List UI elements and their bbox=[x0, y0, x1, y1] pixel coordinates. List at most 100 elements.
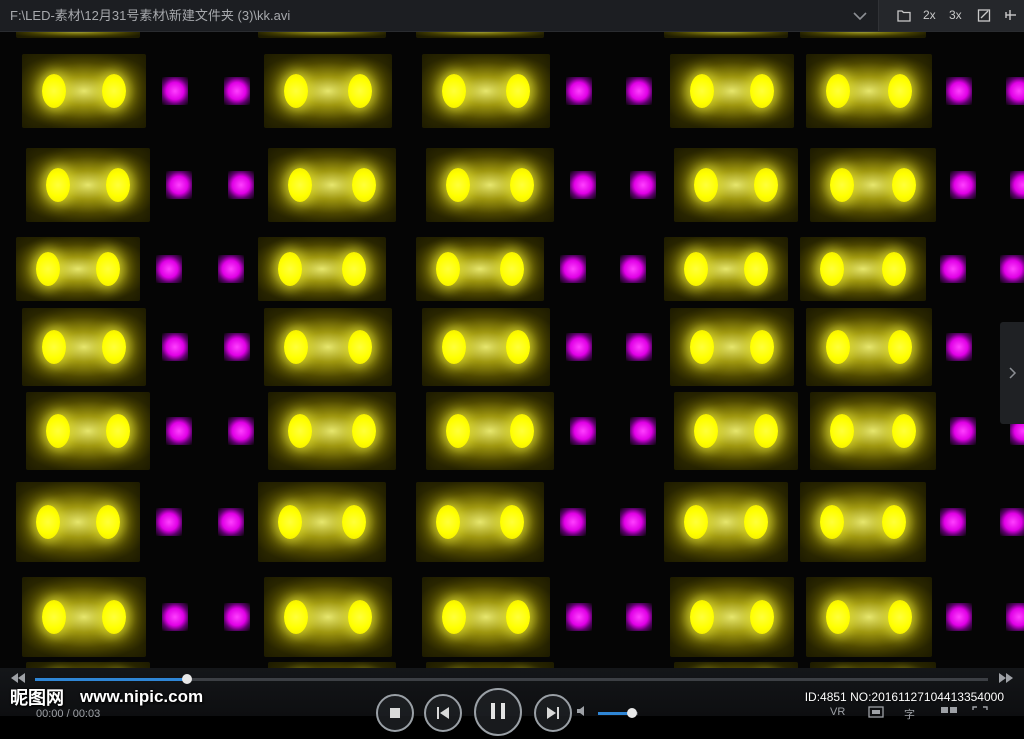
led-bulb bbox=[500, 505, 524, 539]
led-bulb bbox=[106, 414, 130, 448]
led-tile bbox=[422, 54, 550, 128]
led-tile bbox=[264, 54, 392, 128]
led-bulb bbox=[348, 74, 372, 108]
seek-bar[interactable] bbox=[35, 674, 988, 684]
led-tile bbox=[806, 54, 932, 128]
folder-icon[interactable] bbox=[897, 6, 911, 24]
side-panel-toggle[interactable] bbox=[1000, 322, 1024, 424]
led-tile bbox=[664, 32, 788, 38]
led-tile bbox=[416, 32, 544, 38]
led-bulb bbox=[506, 600, 530, 634]
led-bulb bbox=[750, 330, 774, 364]
watermark-logo: 昵图网 bbox=[10, 688, 64, 708]
led-tile bbox=[258, 32, 386, 38]
led-bulb bbox=[882, 252, 906, 286]
led-bulb bbox=[744, 505, 768, 539]
previous-button[interactable] bbox=[424, 694, 462, 732]
picture-in-picture-icon[interactable] bbox=[940, 706, 958, 718]
led-bulb bbox=[348, 600, 372, 634]
volume-handle[interactable] bbox=[627, 708, 637, 718]
led-tile bbox=[268, 392, 396, 470]
magenta-led bbox=[946, 603, 972, 631]
led-tile bbox=[806, 308, 932, 386]
previous-icon bbox=[437, 707, 449, 719]
rewind-icon[interactable] bbox=[10, 672, 26, 684]
next-button[interactable] bbox=[534, 694, 572, 732]
magenta-led bbox=[630, 171, 656, 199]
led-bulb bbox=[506, 74, 530, 108]
magenta-led bbox=[166, 417, 192, 445]
led-bulb bbox=[102, 600, 126, 634]
led-bulb bbox=[442, 74, 466, 108]
led-bulb bbox=[506, 330, 530, 364]
led-tile bbox=[810, 392, 936, 470]
led-bulb bbox=[744, 252, 768, 286]
magenta-led bbox=[946, 77, 972, 105]
led-tile bbox=[664, 237, 788, 301]
led-tile bbox=[268, 148, 396, 222]
magenta-led bbox=[570, 171, 596, 199]
led-bulb bbox=[36, 252, 60, 286]
led-tile bbox=[16, 237, 140, 301]
led-tile bbox=[26, 148, 150, 222]
vr-button[interactable]: VR bbox=[830, 706, 845, 718]
led-bulb bbox=[42, 74, 66, 108]
led-tile bbox=[26, 392, 150, 470]
led-bulb bbox=[352, 168, 376, 202]
led-bulb bbox=[888, 600, 912, 634]
zoom-3x-button[interactable]: 3x bbox=[949, 6, 962, 24]
exit-window-icon[interactable] bbox=[977, 6, 991, 24]
fast-forward-icon[interactable] bbox=[998, 672, 1014, 684]
zoom-2x-button[interactable]: 2x bbox=[923, 6, 936, 24]
led-bulb bbox=[892, 414, 916, 448]
video-frame[interactable] bbox=[0, 32, 1024, 672]
pause-icon bbox=[491, 703, 505, 719]
led-bulb bbox=[826, 330, 850, 364]
led-bulb bbox=[690, 330, 714, 364]
next-icon bbox=[547, 707, 559, 719]
led-tile bbox=[22, 54, 146, 128]
led-tile bbox=[22, 308, 146, 386]
led-bulb bbox=[348, 330, 372, 364]
led-bulb bbox=[750, 600, 774, 634]
magenta-led bbox=[156, 508, 182, 536]
led-bulb bbox=[446, 168, 470, 202]
led-bulb bbox=[830, 168, 854, 202]
subtitle-button[interactable]: 字 bbox=[904, 706, 915, 722]
led-bulb bbox=[500, 252, 524, 286]
led-bulb bbox=[892, 168, 916, 202]
led-tile bbox=[670, 308, 794, 386]
magenta-led bbox=[166, 171, 192, 199]
led-bulb bbox=[46, 168, 70, 202]
led-tile bbox=[670, 54, 794, 128]
file-path-title: F:\LED-素材\12月31号素材\新建文件夹 (3)\kk.avi bbox=[10, 8, 291, 23]
led-tile bbox=[664, 482, 788, 562]
window-toolbar: 2x 3x bbox=[878, 0, 1024, 31]
magenta-led bbox=[626, 77, 652, 105]
chevron-right-icon bbox=[1009, 367, 1017, 379]
led-tile bbox=[426, 392, 554, 470]
pin-icon[interactable] bbox=[1003, 6, 1017, 24]
chevron-down-icon[interactable] bbox=[852, 9, 868, 23]
magenta-led bbox=[162, 333, 188, 361]
stop-button[interactable] bbox=[376, 694, 414, 732]
led-bulb bbox=[96, 252, 120, 286]
screen-mode-icon[interactable] bbox=[868, 706, 884, 718]
stop-icon bbox=[390, 708, 400, 718]
led-bulb bbox=[830, 414, 854, 448]
magenta-led bbox=[218, 255, 244, 283]
volume-slider[interactable] bbox=[598, 708, 638, 718]
magenta-led bbox=[162, 77, 188, 105]
led-bulb bbox=[684, 505, 708, 539]
magenta-led bbox=[162, 603, 188, 631]
led-tile bbox=[264, 577, 392, 657]
led-tile bbox=[422, 577, 550, 657]
led-bulb bbox=[352, 414, 376, 448]
led-tile bbox=[422, 308, 550, 386]
led-bulb bbox=[442, 600, 466, 634]
seek-handle[interactable] bbox=[182, 674, 193, 684]
led-tile bbox=[16, 482, 140, 562]
fullscreen-icon[interactable] bbox=[972, 706, 988, 718]
pause-button[interactable] bbox=[474, 688, 522, 736]
magenta-led bbox=[1000, 255, 1024, 283]
